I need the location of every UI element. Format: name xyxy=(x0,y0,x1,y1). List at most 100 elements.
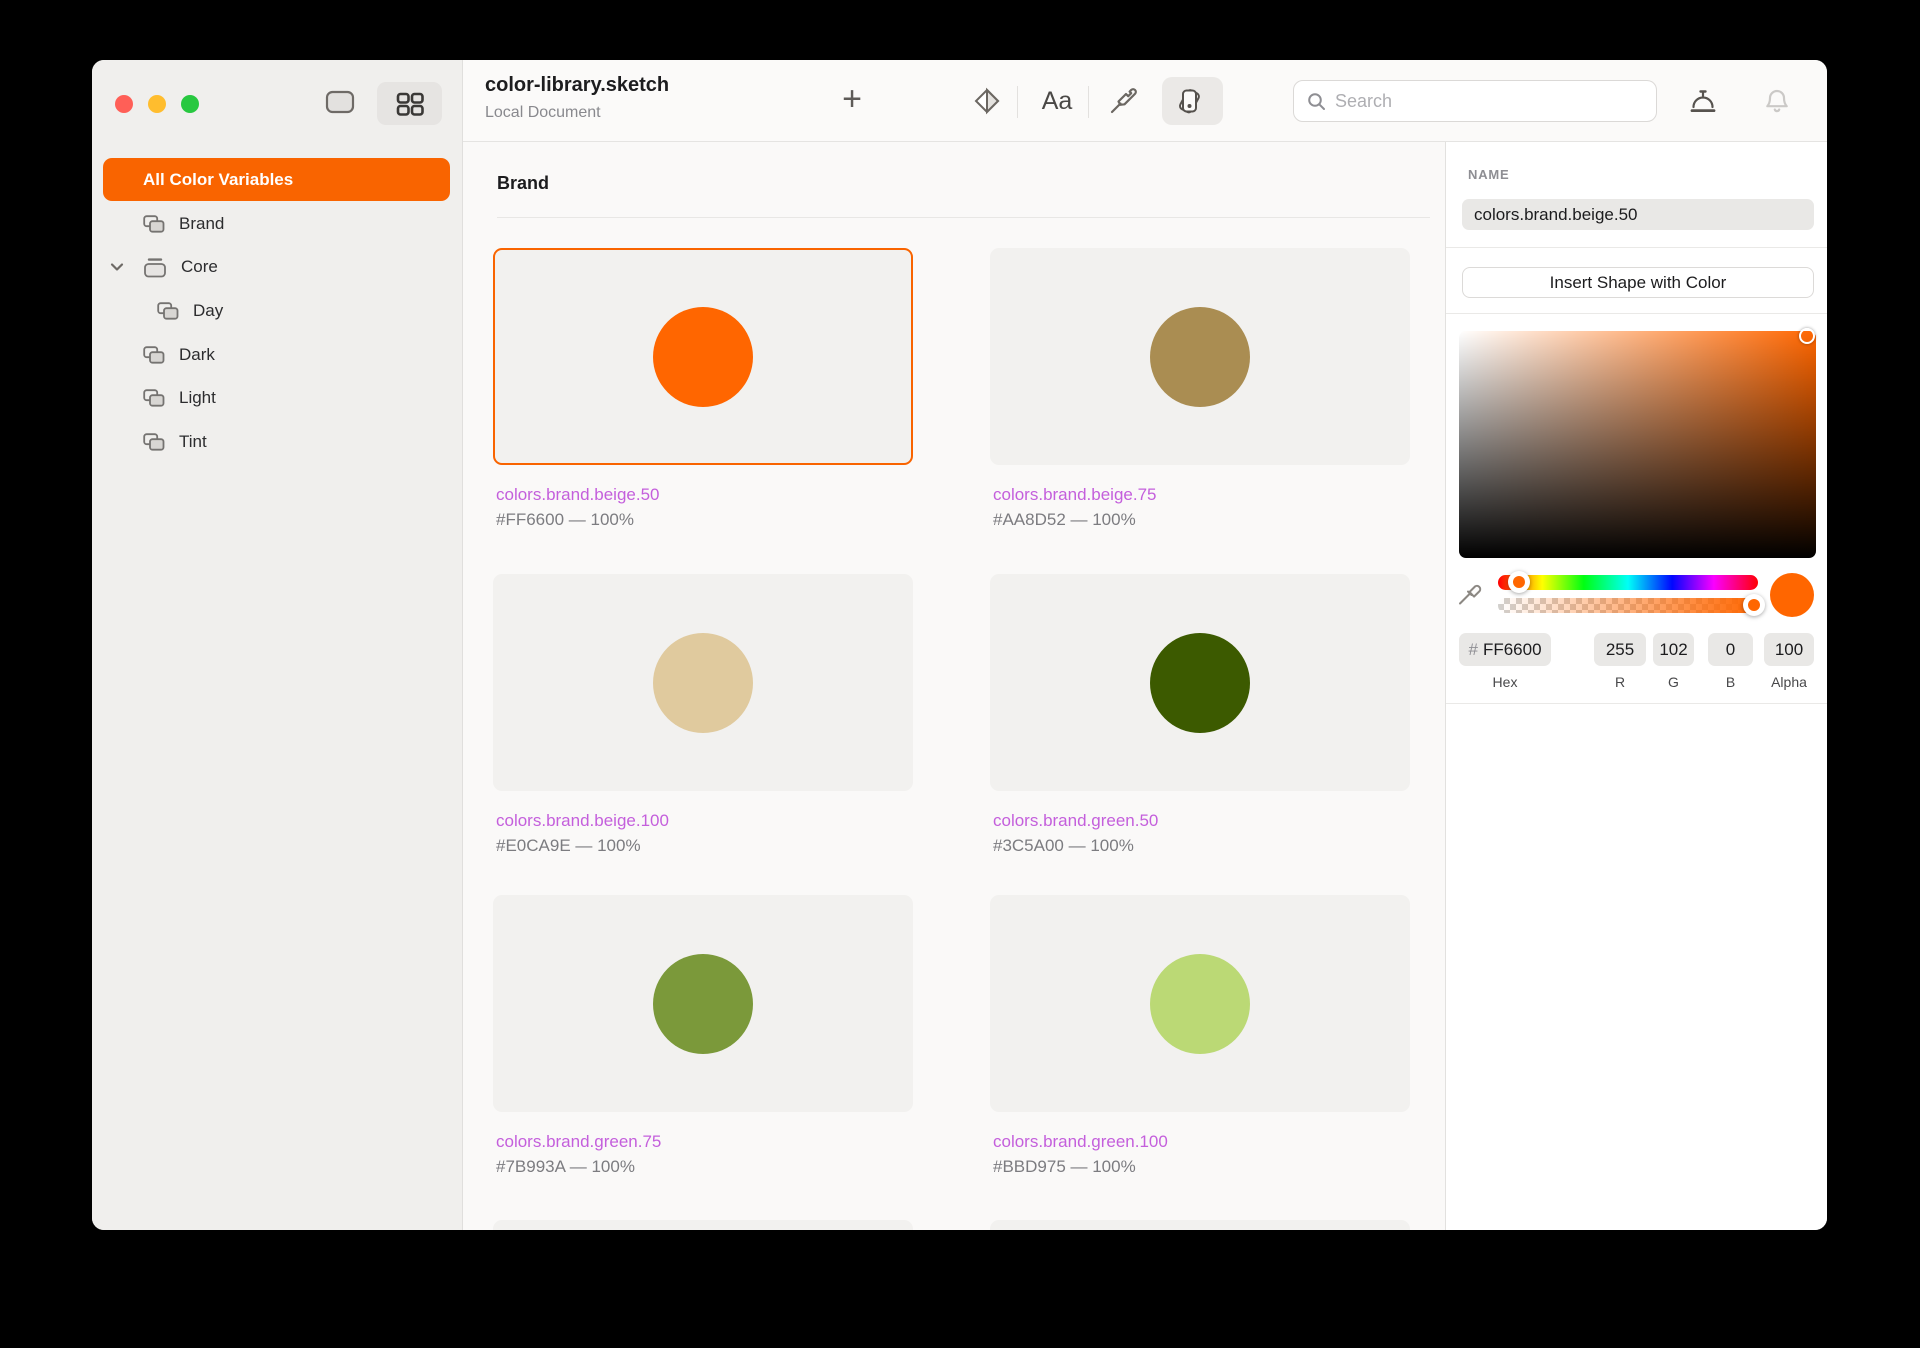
hue-slider[interactable] xyxy=(1498,575,1758,590)
panel-divider xyxy=(1446,247,1827,248)
swatch-color xyxy=(653,953,753,1054)
toolbar-separator xyxy=(1088,86,1089,118)
picker-selector[interactable] xyxy=(1799,328,1815,344)
alpha-field-label: Alpha xyxy=(1771,674,1807,690)
traffic-lights xyxy=(115,95,199,113)
swatch-name[interactable]: colors.brand.beige.100 xyxy=(496,811,669,831)
grid-view-icon xyxy=(393,87,427,121)
swatch-card[interactable] xyxy=(990,1220,1410,1230)
current-color-swatch xyxy=(1770,573,1814,617)
hue-slider-knob[interactable] xyxy=(1508,571,1530,593)
hex-field-label: Hex xyxy=(1492,674,1518,690)
swatch-name[interactable]: colors.brand.beige.75 xyxy=(993,485,1157,505)
chevron-down-icon[interactable] xyxy=(110,262,124,272)
alpha-slider-knob[interactable] xyxy=(1743,594,1765,616)
swatch-value: #3C5A00 — 100% xyxy=(993,836,1134,855)
search-input[interactable] xyxy=(1335,90,1644,112)
group-icon xyxy=(143,389,165,407)
search-icon xyxy=(1306,91,1327,112)
toolbar-separator xyxy=(1017,86,1018,118)
publish-library-button[interactable] xyxy=(1686,60,1720,142)
swatch-value: #FF6600 — 100% xyxy=(496,510,634,529)
blue-field-label: B xyxy=(1725,674,1736,690)
section-header: Brand xyxy=(497,173,550,193)
search-field[interactable] xyxy=(1293,80,1657,122)
text-styles-button[interactable]: Aa xyxy=(1029,60,1085,142)
swatch-value: #E0CA9E — 100% xyxy=(496,836,641,855)
group-icon xyxy=(143,346,165,364)
swatch-color xyxy=(1150,632,1250,733)
group-icon xyxy=(157,302,179,320)
eyedropper-icon[interactable] xyxy=(1456,579,1484,607)
sidebar-item-label: Tint xyxy=(179,432,207,451)
color-variables-button[interactable] xyxy=(1162,77,1223,125)
sidebar-item-label: Light xyxy=(179,388,216,407)
sidebar-item-brand[interactable]: Brand xyxy=(92,202,462,246)
swatch-card[interactable] xyxy=(493,248,913,465)
swatch-value: #7B993A — 100% xyxy=(496,1157,635,1176)
swatch-card[interactable] xyxy=(493,1220,913,1230)
sidebar-item-light[interactable]: Light xyxy=(92,376,462,420)
variable-name-input[interactable] xyxy=(1462,199,1814,230)
sidebar-item-tint[interactable]: Tint xyxy=(92,420,462,464)
stack-icon xyxy=(143,257,167,278)
sidebar-item-core[interactable]: Core xyxy=(92,245,462,289)
swatch-name[interactable]: colors.brand.green.75 xyxy=(496,1132,661,1152)
minimize-button[interactable] xyxy=(148,95,166,113)
notifications-bell-icon xyxy=(1762,86,1792,116)
zoom-button[interactable] xyxy=(181,95,199,113)
hex-value: FF6600 xyxy=(1482,639,1542,659)
sidebar-item-dark[interactable]: Dark xyxy=(92,333,462,377)
insert-shape-button[interactable]: Insert Shape with Color xyxy=(1462,267,1814,298)
swatch-value: #BBD975 — 100% xyxy=(993,1157,1136,1176)
swatch-name[interactable]: colors.brand.beige.50 xyxy=(496,485,660,505)
sidebar-toggle-icon xyxy=(324,88,356,116)
hex-field[interactable]: # FF6600 xyxy=(1459,633,1551,666)
swatch-card[interactable] xyxy=(493,574,913,791)
saturation-brightness-picker[interactable] xyxy=(1459,331,1816,558)
document-title: color-library.sketch xyxy=(485,74,670,96)
blue-field[interactable]: 0 xyxy=(1708,633,1753,666)
swatch-card[interactable] xyxy=(990,248,1410,465)
document-subtitle: Local Document xyxy=(485,104,601,121)
swatch-card[interactable] xyxy=(493,895,913,1112)
sidebar: All Color Variables Brand Core Day Dark … xyxy=(92,60,463,1230)
sidebar-item-label: Core xyxy=(181,257,218,276)
close-button[interactable] xyxy=(115,95,133,113)
swatch-card[interactable] xyxy=(990,895,1410,1112)
sidebar-item-label: Day xyxy=(193,301,224,320)
section-divider xyxy=(497,217,1430,218)
red-field-label: R xyxy=(1614,674,1626,690)
red-field[interactable]: 255 xyxy=(1594,633,1646,666)
insert-symbol-button[interactable] xyxy=(972,60,1002,142)
all-color-variables-button[interactable]: All Color Variables xyxy=(103,158,450,201)
symbol-diamond-icon xyxy=(973,87,1001,115)
layer-styles-button[interactable] xyxy=(1106,60,1138,142)
swatch-color xyxy=(653,306,753,407)
swatch-grid: Brand colors.brand.beige.50 #FF6600 — 10… xyxy=(463,142,1445,1230)
swatch-name[interactable]: colors.brand.green.100 xyxy=(993,1132,1168,1152)
alpha-field[interactable]: 100 xyxy=(1764,633,1814,666)
toggle-sidebar-button[interactable] xyxy=(321,84,359,120)
name-label: NAME xyxy=(1468,167,1510,182)
color-variables-icon xyxy=(1178,87,1208,115)
swatch-name[interactable]: colors.brand.green.50 xyxy=(993,811,1158,831)
notifications-button[interactable] xyxy=(1760,60,1794,142)
titlebar: color-library.sketch Local Document + Aa xyxy=(463,60,1827,142)
swatch-card[interactable] xyxy=(990,574,1410,791)
service-bell-icon xyxy=(1688,86,1718,116)
green-field[interactable]: 102 xyxy=(1653,633,1694,666)
add-button[interactable]: + xyxy=(822,60,882,142)
grid-view-button[interactable] xyxy=(377,82,442,125)
app-window: All Color Variables Brand Core Day Dark … xyxy=(92,60,1827,1230)
swatch-color xyxy=(1150,306,1250,407)
sidebar-item-label: Dark xyxy=(179,345,215,364)
alpha-slider[interactable] xyxy=(1498,598,1758,613)
inspector-panel: NAME Insert Shape with Color # FF6600 xyxy=(1445,142,1827,1230)
sidebar-item-day[interactable]: Day xyxy=(92,289,462,333)
sidebar-item-label: Brand xyxy=(179,214,225,233)
brush-icon xyxy=(1107,86,1137,116)
hex-prefix: # xyxy=(1468,639,1478,659)
panel-divider xyxy=(1446,703,1827,704)
swatch-color xyxy=(1150,953,1250,1054)
